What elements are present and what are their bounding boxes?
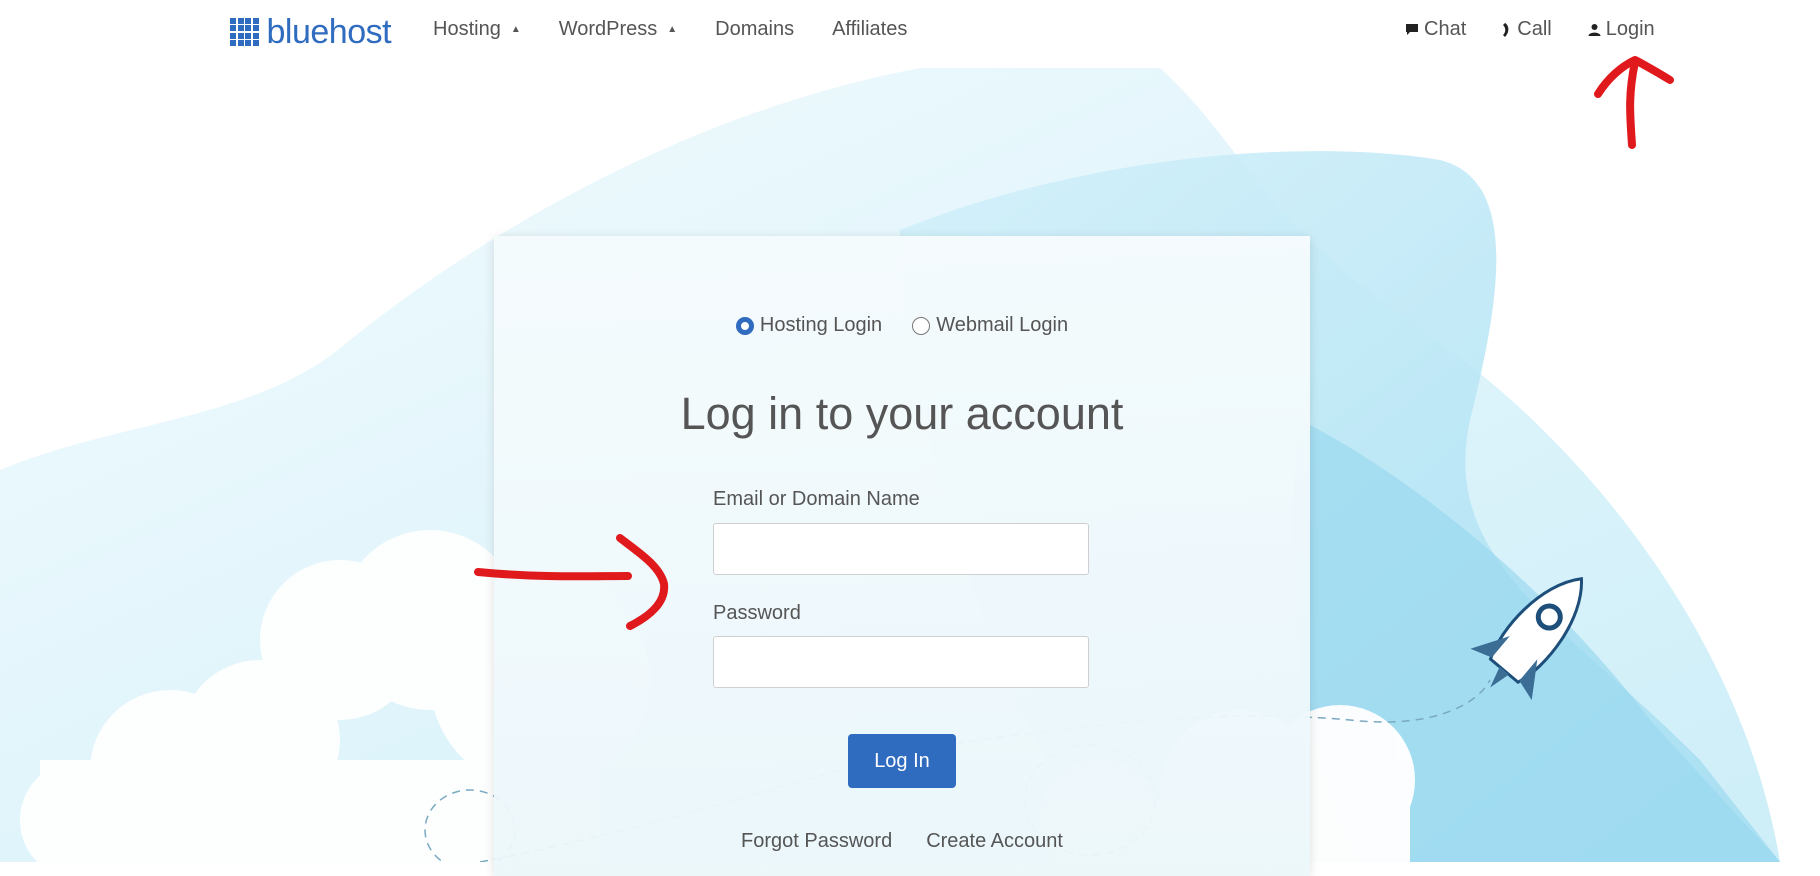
password-label: Password [713,602,801,624]
nav-item-wordpress[interactable]: WordPress ▲ [559,18,677,41]
nav-item-domains[interactable]: Domains [715,18,794,41]
nav-item-label: Hosting [433,18,501,40]
top-navbar: bluehost Hosting ▲ WordPress ▲ Domains A… [0,0,1820,64]
nav-item-label: Domains [715,18,795,40]
logo-wordmark: bluehost [266,13,392,51]
chat-label: Chat [1424,18,1467,40]
radio-label: Webmail Login [936,314,1069,336]
phone-icon [1503,22,1509,37]
user-icon [1588,24,1601,36]
utility-nav: Chat Call Login [1405,18,1655,41]
radio-webmail-login[interactable]: Webmail Login [912,314,1068,337]
create-account-link[interactable]: Create Account [926,830,1063,853]
nav-item-label: Affiliates [832,18,908,40]
login-label: Login [1605,18,1655,40]
radio-hosting-login[interactable]: Hosting Login [735,314,883,337]
nav-item-affiliates[interactable]: Affiliates [832,18,907,41]
caret-up-icon: ▲ [510,24,521,35]
nav-item-hosting[interactable]: Hosting ▲ [433,18,521,41]
bluehost-logo[interactable]: bluehost [230,13,392,51]
grid-logo-icon [230,17,259,47]
forgot-password-link[interactable]: Forgot Password [741,830,892,853]
chat-bubble-icon [1406,24,1418,35]
radio-label: Hosting Login [759,314,883,336]
call-link[interactable]: Call [1502,18,1552,41]
login-submit-button[interactable]: Log In [848,734,956,788]
chat-link[interactable]: Chat [1405,18,1466,41]
call-label: Call [1517,18,1552,40]
page-title: Log in to your account [680,388,1124,439]
login-type-selector: Hosting Login Webmail Login [494,314,1310,337]
radio-unchecked-icon[interactable] [912,316,931,335]
email-label: Email or Domain Name [713,488,920,510]
radio-checked-icon[interactable] [735,316,754,335]
caret-up-icon: ▲ [667,24,678,35]
password-field[interactable] [713,636,1089,688]
account-links: Forgot Password Create Account [494,830,1310,853]
email-field[interactable] [713,523,1089,575]
login-card: Hosting Login Webmail Login Log in to yo… [494,236,1310,876]
login-link[interactable]: Login [1588,18,1655,41]
main-nav: Hosting ▲ WordPress ▲ Domains Affiliates [433,18,907,41]
nav-item-label: WordPress [558,18,658,40]
